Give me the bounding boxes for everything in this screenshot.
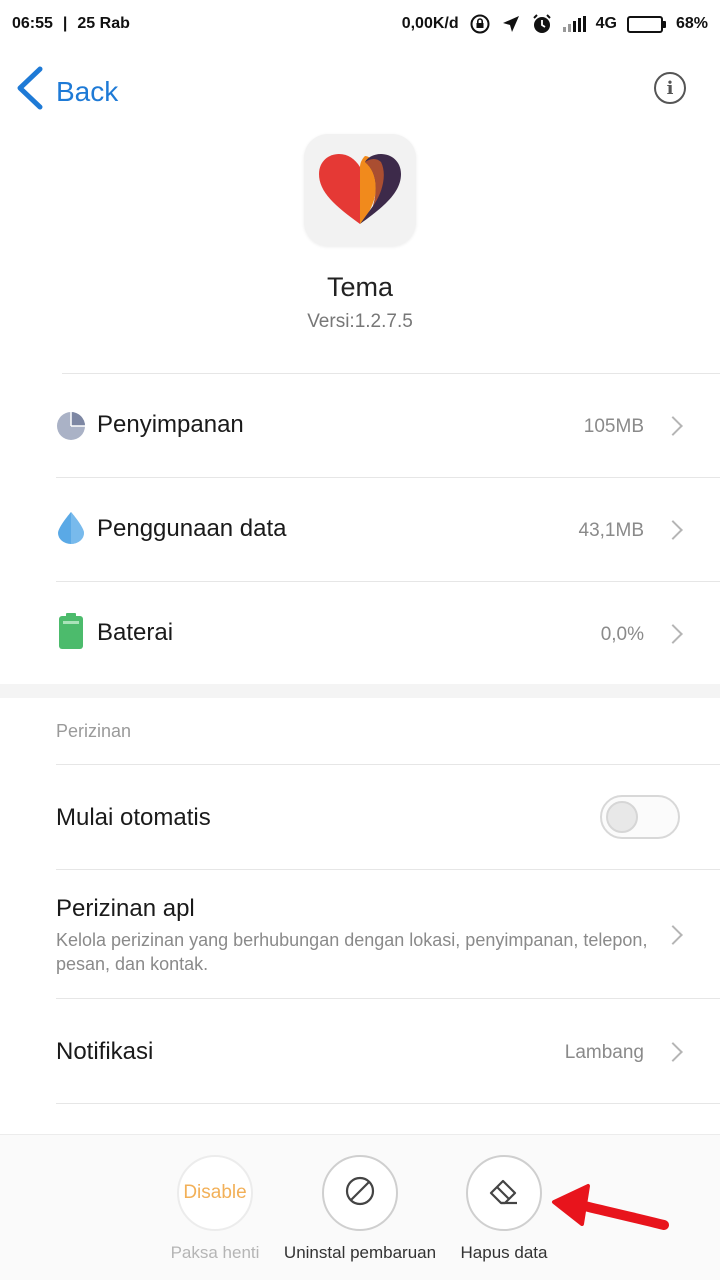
autostart-toggle[interactable] [600, 795, 680, 839]
water-drop-icon [56, 512, 86, 544]
status-time: 06:55 [12, 15, 53, 32]
battery-row[interactable]: Baterai 0,0% [0, 582, 720, 684]
back-button[interactable]: Back [14, 66, 118, 117]
storage-label: Penyimpanan [97, 411, 244, 438]
disable-button-text: Disable [183, 1182, 247, 1203]
notifications-row[interactable]: Notifikasi Lambang [0, 999, 720, 1103]
clear-data-button[interactable] [466, 1155, 542, 1231]
chevron-right-icon [663, 520, 683, 540]
battery-percent: 68% [675, 15, 708, 32]
chevron-right-icon [663, 416, 683, 436]
battery-icon [626, 15, 666, 33]
app-permissions-label: Perizinan apl [56, 895, 195, 922]
net-speed: 0,00K/d [401, 15, 459, 32]
location-arrow-icon [501, 14, 521, 34]
uninstall-updates-button[interactable] [322, 1155, 398, 1231]
status-left: 06:55 | 25 Rab [12, 15, 130, 33]
notifications-label: Notifikasi [56, 1038, 154, 1065]
app-permissions-desc: Kelola perizinan yang berhubungan dengan… [56, 930, 648, 974]
battery-value: 0,0% [600, 624, 644, 645]
eraser-icon [487, 1176, 521, 1211]
heart-themes-icon [304, 134, 416, 246]
pie-chart-icon [56, 411, 86, 441]
app-permissions-row[interactable]: Perizinan apl Kelola perizinan yang berh… [0, 870, 720, 998]
section-gap [0, 684, 720, 698]
back-label: Back [56, 75, 119, 107]
prohibited-icon [344, 1175, 376, 1212]
chevron-right-icon [663, 1042, 683, 1062]
network-type: 4G [595, 15, 617, 32]
clear-data-label: Hapus data [460, 1243, 548, 1262]
chevron-right-icon [663, 925, 683, 945]
info-icon: i [666, 77, 674, 99]
autostart-label: Mulai otomatis [56, 804, 211, 831]
alarm-clock-icon [531, 13, 553, 35]
disable-button[interactable]: Disable [177, 1155, 253, 1231]
status-right: 0,00K/d 4G 68% [402, 13, 708, 35]
data-usage-row[interactable]: Penggunaan data 43,1MB [0, 478, 720, 582]
top-bar: Back i [0, 56, 720, 120]
chevron-right-icon [663, 624, 683, 644]
force-stop-label: Paksa henti [170, 1243, 260, 1262]
rotation-lock-icon [469, 13, 491, 35]
section-label-permissions: Perizinan [56, 721, 132, 741]
data-usage-label: Penggunaan data [97, 515, 287, 542]
status-bar: 06:55 | 25 Rab 0,00K/d 4G 68% [0, 0, 720, 48]
chevron-left-icon [14, 66, 46, 117]
app-header: Tema Versi:1.2.7.5 [0, 134, 720, 333]
signal-icon [562, 16, 586, 32]
divider [56, 1103, 720, 1104]
status-date: 25 Rab [77, 15, 130, 32]
toggle-knob [606, 801, 638, 833]
info-button[interactable]: i [654, 72, 686, 104]
storage-row[interactable]: Penyimpanan 105MB [0, 374, 720, 478]
red-annotation-arrow [546, 1180, 676, 1245]
uninstall-updates-label: Uninstal pembaruan [283, 1243, 437, 1262]
notifications-value: Lambang [564, 1042, 644, 1063]
app-name: Tema [326, 272, 394, 302]
battery-label: Baterai [97, 619, 174, 646]
status-separator: | [62, 15, 68, 32]
app-version: Versi:1.2.7.5 [307, 311, 413, 332]
data-usage-value: 43,1MB [578, 520, 644, 541]
battery-green-icon [56, 613, 86, 649]
storage-value: 105MB [583, 416, 644, 437]
